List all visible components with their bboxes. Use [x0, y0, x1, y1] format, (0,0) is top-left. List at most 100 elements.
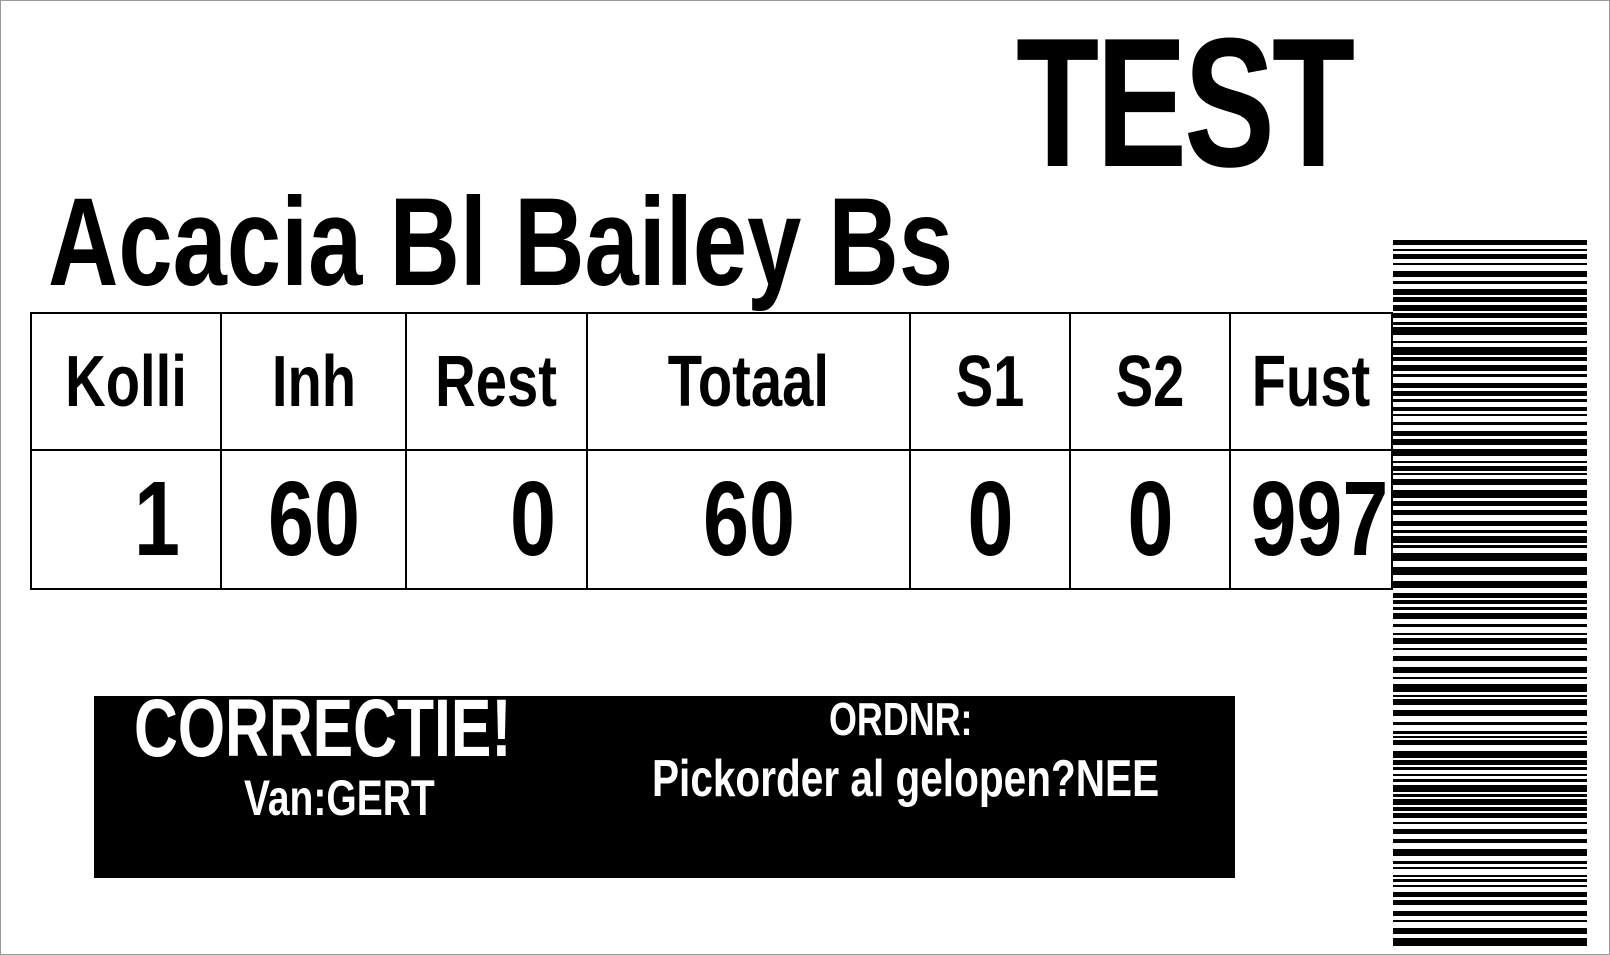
barcode-image [1393, 240, 1587, 946]
barcode-bar [1393, 938, 1587, 946]
barcode-bar [1393, 567, 1587, 575]
barcode-bar [1393, 849, 1587, 856]
barcode-bar [1393, 879, 1587, 882]
barcode-bar [1393, 600, 1587, 604]
barcode-bar [1393, 767, 1587, 770]
barcode-bar [1393, 667, 1587, 673]
barcode-bar [1393, 422, 1587, 425]
barcode-bar [1393, 414, 1587, 416]
barcode-bar [1393, 699, 1587, 705]
table-header-row: Kolli Inh Rest Totaal S1 S2 Fust [30, 312, 1393, 451]
correction-from: Van:GERT [244, 770, 435, 826]
barcode-bar [1393, 774, 1587, 776]
barcode-bar [1393, 449, 1587, 456]
barcode-bar [1393, 839, 1587, 843]
barcode-bar [1393, 638, 1587, 644]
barcode-bar [1393, 322, 1587, 325]
barcode-bar [1393, 530, 1587, 533]
barcode-bar [1393, 263, 1587, 265]
barcode-bar [1393, 822, 1587, 824]
correction-banner: CORRECTIE! Van:GERT ORDNR: Pickorder al … [94, 688, 1235, 878]
barcode-bar [1393, 341, 1587, 343]
value-rest: 0 [405, 449, 588, 590]
barcode-bar [1393, 648, 1587, 650]
pickorder-status: Pickorder al gelopen?NEE [652, 750, 1160, 808]
barcode-bar [1393, 875, 1587, 877]
barcode-bar [1393, 607, 1587, 610]
barcode-bar [1393, 374, 1587, 377]
quantity-table: Kolli Inh Rest Totaal S1 S2 Fust 1 60 0 … [30, 312, 1393, 590]
value-fust: 997 [1229, 449, 1393, 590]
barcode-bar [1393, 553, 1587, 561]
barcode-bar [1393, 911, 1587, 916]
barcode-bar [1393, 399, 1587, 402]
barcode-bar [1393, 479, 1587, 485]
barcode-bar [1393, 794, 1587, 797]
barcode-bar [1393, 829, 1587, 834]
barcode-bar [1393, 297, 1587, 302]
barcode-bar [1393, 289, 1587, 295]
product-name: Acacia Bl Bailey Bs [48, 173, 954, 312]
barcode-bar [1393, 439, 1587, 445]
barcode-bar [1393, 305, 1587, 311]
barcode-bar [1393, 900, 1587, 905]
barcode-bar [1393, 633, 1587, 635]
barcode-bar [1393, 920, 1587, 922]
barcode-bar [1393, 751, 1587, 758]
value-totaal: 60 [586, 449, 911, 590]
barcode-bar [1393, 473, 1587, 475]
barcode-bar [1393, 431, 1587, 436]
barcode-bar [1393, 624, 1587, 627]
barcode-bar [1393, 731, 1587, 734]
barcode-bar [1393, 347, 1587, 355]
value-inh: 60 [220, 449, 407, 590]
table-value-row: 1 60 0 60 0 0 997 [30, 449, 1393, 590]
barcode-bar [1393, 736, 1587, 738]
barcode-bar [1393, 656, 1587, 661]
barcode-bar [1393, 785, 1587, 792]
barcode-bar [1393, 357, 1587, 361]
barcode-bar [1393, 545, 1587, 548]
barcode-bar [1393, 677, 1587, 679]
barcode-bar [1393, 281, 1587, 284]
barcode-bar [1393, 510, 1587, 515]
barcode-bar [1393, 722, 1587, 725]
barcode-bar [1393, 536, 1587, 543]
barcode-bar [1393, 613, 1587, 619]
barcode-bar [1393, 740, 1587, 745]
barcode-bar [1393, 327, 1587, 335]
value-s2: 0 [1069, 449, 1231, 590]
barcode-bar [1393, 521, 1587, 526]
header-inh: Inh [220, 312, 407, 451]
barcode-bar [1393, 365, 1587, 371]
barcode-bar [1393, 695, 1587, 697]
barcode-bar [1393, 684, 1587, 692]
header-kolli: Kolli [30, 312, 222, 451]
barcode-bar [1393, 501, 1587, 506]
header-s1: S1 [909, 312, 1071, 451]
barcode-bar [1393, 593, 1587, 598]
barcode-bar [1393, 807, 1587, 811]
barcode-bar [1393, 779, 1587, 782]
barcode-bar [1393, 813, 1587, 818]
barcode-bar [1393, 383, 1587, 388]
barcode-bar [1393, 867, 1587, 869]
barcode-bar [1393, 799, 1587, 805]
barcode-bar [1393, 313, 1587, 318]
barcode-bar [1393, 254, 1587, 259]
test-stamp: TEST [1016, 0, 1355, 205]
barcode-bar [1393, 760, 1587, 765]
correction-title: CORRECTIE! [134, 683, 512, 774]
barcode-bar [1393, 461, 1587, 463]
header-rest: Rest [405, 312, 588, 451]
barcode-bar [1393, 490, 1587, 498]
barcode-bar [1393, 861, 1587, 864]
barcode-bar [1393, 928, 1587, 934]
barcode-bar [1393, 581, 1587, 588]
barcode-bar [1393, 391, 1587, 396]
barcode-bar [1393, 240, 1587, 245]
header-totaal: Totaal [586, 312, 911, 451]
barcode-bar [1393, 710, 1587, 716]
header-s2: S2 [1069, 312, 1231, 451]
barcode-bar [1393, 892, 1587, 897]
